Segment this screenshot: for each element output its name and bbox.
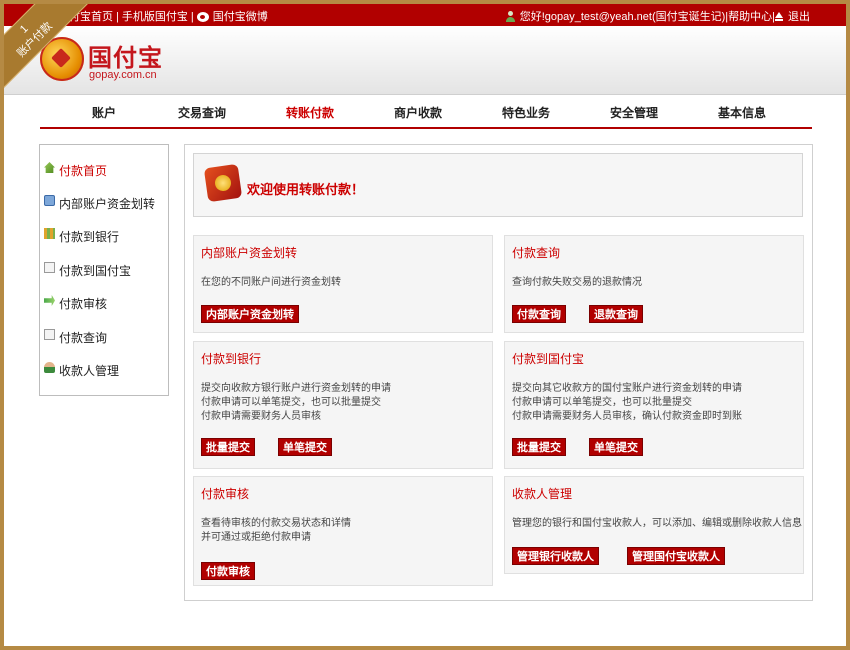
card-description: 管理您的银行和国付宝收款人，可以添加、编辑或删除收款人信息 [512,518,802,529]
card-description: 提交向其它收款方的国付宝账户进行资金划转的申请 付款申请可以单笔提交，也可以批量… [512,383,742,422]
card-description: 查看待审核的付款交易状态和详情 并可通过或拒绝付款申请 [201,518,351,543]
logo-domain: gopay.com.cn [89,69,157,81]
welcome-text: 欢迎使用转账付款！ [247,182,365,197]
card-internal-transfer: 内部账户资金划转 在您的不同账户间进行资金划转 内部账户资金划转 [193,235,493,333]
document-icon [44,329,55,340]
gopay-batch-submit-button[interactable]: 批量提交 [512,438,566,456]
sidebar-item-payment-home[interactable]: 付款首页 [40,159,168,179]
card-payee-management: 收款人管理 管理您的银行和国付宝收款人，可以添加、编辑或删除收款人信息 管理银行… [504,476,804,574]
transfer-icon [44,195,55,206]
weibo-icon [196,12,209,22]
nav-merchant-receipt[interactable]: 商户收款 [394,104,442,121]
top-bar: 国付宝首页 | 手机版国付宝 | 国付宝微博 您好!gopay_test@yeah.ne… [4,4,846,26]
header: 国付宝 gopay.com.cn [4,26,846,95]
top-link-weibo[interactable]: 国付宝微博 [213,11,268,23]
sidebar-item-payee-management[interactable]: 收款人管理 [40,359,168,379]
card-title: 收款人管理 [512,487,573,501]
card-payment-query: 付款查询 查询付款失败交易的退款情况 付款查询 退款查询 [504,235,804,333]
card-title: 付款查询 [512,246,561,260]
main-nav: 账户 交易查询 转账付款 商户收款 特色业务 安全管理 基本信息 [40,97,812,129]
sidebar-item-pay-to-gopay[interactable]: 付款到国付宝 [40,259,168,279]
card-description: 查询付款失败交易的退款情况 [512,277,642,288]
card-title: 付款到国付宝 [512,352,585,366]
payment-query-button[interactable]: 付款查询 [512,305,566,323]
nav-transfer-payment[interactable]: 转账付款 [286,104,334,121]
bank-single-submit-button[interactable]: 单笔提交 [278,438,332,456]
nav-account[interactable]: 账户 [92,104,116,121]
top-user-area: 您好!gopay_test@yeah.net(国付宝诞生记)|帮助中心| 退出 [505,8,810,24]
bank-icon [44,228,55,239]
sidebar-item-payment-audit[interactable]: 付款审核 [40,292,168,312]
page-frame: 国付宝首页 | 手机版国付宝 | 国付宝微博 您好!gopay_test@yeah.ne… [4,4,846,646]
nav-security[interactable]: 安全管理 [610,104,658,121]
sidebar-item-pay-to-bank[interactable]: 付款到银行 [40,225,168,245]
logout-link[interactable]: 退出 [788,11,810,23]
card-title: 付款审核 [201,487,250,501]
logo-name: 国付宝 [88,43,163,72]
internal-transfer-button[interactable]: 内部账户资金划转 [201,305,299,323]
card-description: 提交向收款方银行账户进行资金划转的申请 付款申请可以单笔提交，也可以批量提交 付… [201,383,391,422]
card-pay-to-gopay: 付款到国付宝 提交向其它收款方的国付宝账户进行资金划转的申请 付款申请可以单笔提… [504,341,804,469]
main-content: 欢迎使用转账付款！ 内部账户资金划转 在您的不同账户间进行资金划转 内部账户资金… [184,144,813,601]
corner-ribbon: 1 账户付款 [4,4,90,90]
logout-icon [775,12,784,22]
user-icon [505,11,516,22]
wallet-icon [203,163,243,203]
bank-batch-submit-button[interactable]: 批量提交 [201,438,255,456]
user-greeting[interactable]: 您好!gopay_test@yeah.net(国付宝诞生记) [520,11,726,23]
welcome-banner: 欢迎使用转账付款！ [193,153,803,217]
gopay-single-submit-button[interactable]: 单笔提交 [589,438,643,456]
ribbon-label: 账户付款 [15,20,55,60]
audit-icon [44,295,55,306]
payment-audit-button[interactable]: 付款审核 [201,562,255,580]
user-icon [44,362,55,373]
sidebar-item-internal-transfer[interactable]: 内部账户资金划转 [40,192,168,212]
home-icon [44,162,55,173]
nav-transaction-query[interactable]: 交易查询 [178,104,226,121]
sidebar: 付款首页 内部账户资金划转 付款到银行 付款到国付宝 付款审核 付款查询 收款人… [39,144,169,396]
card-pay-to-bank: 付款到银行 提交向收款方银行账户进行资金划转的申请 付款申请可以单笔提交，也可以… [193,341,493,469]
nav-basic-info[interactable]: 基本信息 [718,104,766,121]
manage-bank-payees-button[interactable]: 管理银行收款人 [512,547,599,565]
sidebar-item-payment-query[interactable]: 付款查询 [40,326,168,346]
refund-query-button[interactable]: 退款查询 [589,305,643,323]
card-title: 内部账户资金划转 [201,246,298,260]
top-link-mobile[interactable]: 手机版国付宝 [122,11,188,23]
card-payment-audit: 付款审核 查看待审核的付款交易状态和详情 并可通过或拒绝付款申请 付款审核 [193,476,493,586]
manage-gopay-payees-button[interactable]: 管理国付宝收款人 [627,547,725,565]
card-description: 在您的不同账户间进行资金划转 [201,277,341,288]
nav-special-business[interactable]: 特色业务 [502,104,550,121]
help-center-link[interactable]: 帮助中心 [728,11,772,23]
document-icon [44,262,55,273]
card-title: 付款到银行 [201,352,262,366]
